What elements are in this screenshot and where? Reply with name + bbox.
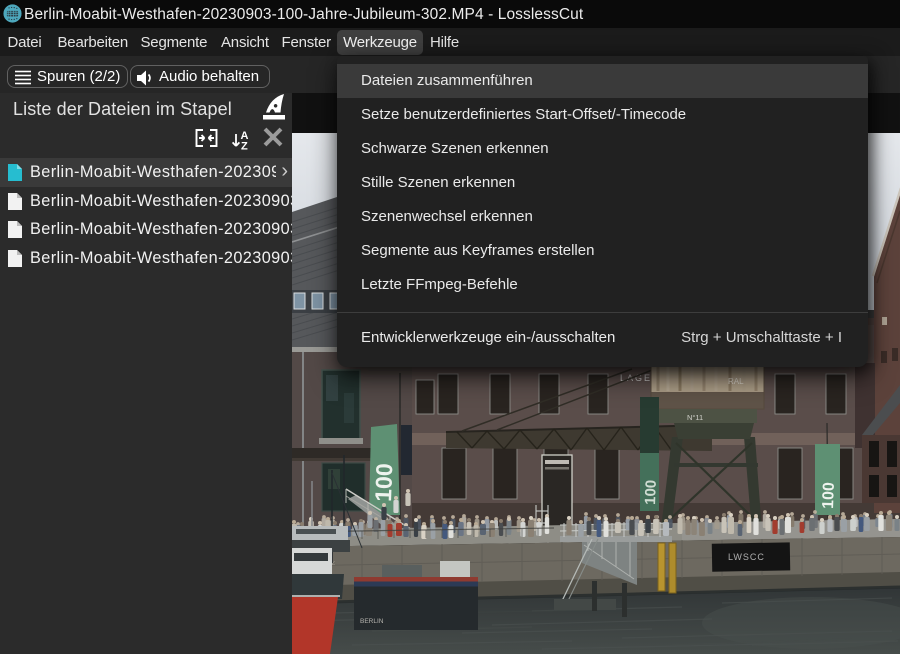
- svg-text:100: 100: [820, 482, 838, 509]
- svg-text:Z: Z: [241, 141, 248, 153]
- svg-text:LWSCC: LWSCC: [728, 552, 765, 562]
- svg-text:100: 100: [370, 463, 397, 502]
- svg-text:BERLIN: BERLIN: [360, 618, 384, 625]
- svg-text:100: 100: [642, 480, 660, 506]
- svg-text:RAL: RAL: [728, 377, 744, 386]
- svg-text:N°11: N°11: [687, 413, 703, 422]
